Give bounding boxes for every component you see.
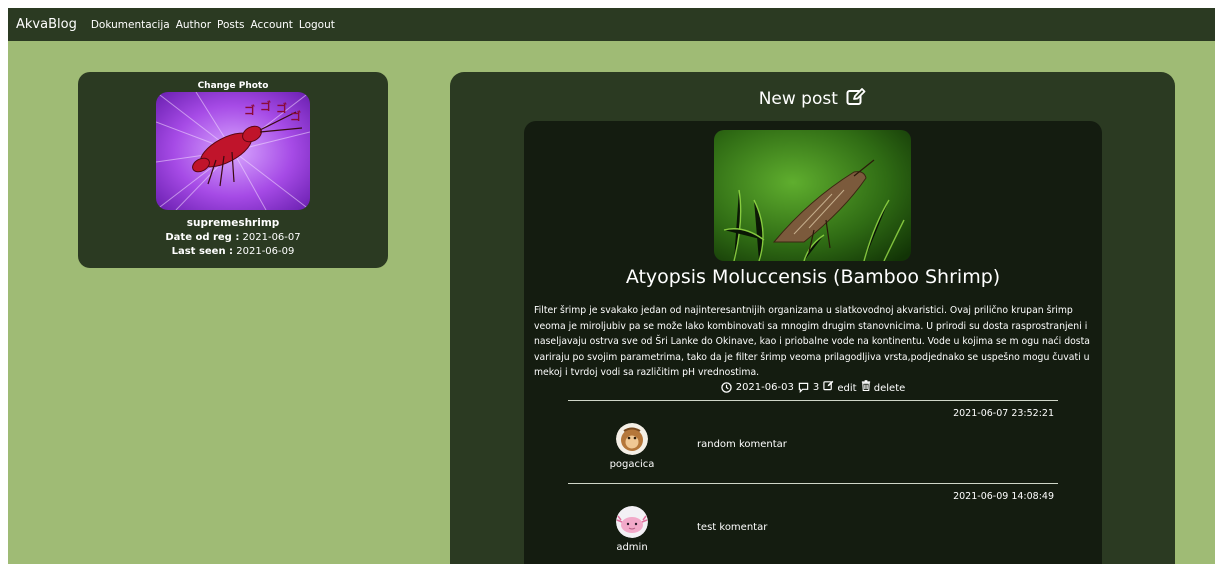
shrimp-avatar-image: ゴゴゴゴ — [156, 92, 310, 210]
delete-post-button[interactable]: delete — [861, 380, 906, 394]
nav-link-author[interactable]: Author — [176, 19, 211, 31]
nav-link-account[interactable]: Account — [251, 19, 293, 31]
comment-time: 2021-06-07 23:52:21 — [953, 408, 1054, 419]
brand-logo[interactable]: AkvaBlog — [16, 17, 77, 32]
edit-post-button[interactable]: edit — [823, 380, 857, 394]
comment-username[interactable]: pogacica — [602, 459, 662, 470]
comment-text: random komentar — [697, 439, 787, 450]
new-post-button[interactable]: New post — [450, 88, 1175, 109]
svg-text:ゴ: ゴ — [276, 101, 287, 115]
monkey-avatar-image — [616, 423, 648, 455]
date-reg-value: 2021-06-07 — [242, 232, 301, 243]
axolotl-avatar-image — [616, 506, 648, 538]
comment-text: test komentar — [697, 522, 768, 533]
svg-text:ゴ: ゴ — [290, 109, 301, 123]
last-seen-label: Last seen : — [171, 246, 234, 257]
edit-icon — [846, 88, 866, 105]
post-meta: 2021-06-03 3 edit delete — [524, 380, 1102, 394]
bamboo-shrimp-image — [714, 130, 911, 261]
comment-avatar — [616, 506, 648, 538]
delete-label: delete — [873, 383, 906, 394]
comment-time: 2021-06-09 14:08:49 — [953, 491, 1054, 502]
comment-username[interactable]: admin — [602, 542, 662, 553]
post-title: Atyopsis Moluccensis (Bamboo Shrimp) — [625, 266, 1001, 288]
comment-icon — [798, 382, 809, 393]
last-seen: Last seen : 2021-06-09 — [78, 246, 388, 257]
comment-divider — [568, 400, 1058, 401]
comment-avatar — [616, 423, 648, 455]
profile-card: Change Photo ゴ ゴ ゴ ゴ supremeshrimp Date … — [78, 72, 388, 268]
post-date: 2021-06-03 — [735, 381, 794, 393]
edit-icon — [823, 380, 834, 391]
page-frame: AkvaBlog Dokumentacija Author Posts Acco… — [8, 8, 1215, 564]
trash-icon — [861, 380, 870, 392]
post-card: Atyopsis Moluccensis (Bamboo Shrimp) Fil… — [524, 121, 1102, 564]
nav-link-posts[interactable]: Posts — [217, 19, 244, 31]
last-seen-value: 2021-06-09 — [236, 246, 295, 257]
nav-link-dokumentacija[interactable]: Dokumentacija — [91, 19, 170, 31]
change-photo-link[interactable]: Change Photo — [78, 80, 388, 92]
profile-avatar: ゴゴゴゴ — [156, 92, 310, 210]
clock-icon — [720, 381, 732, 393]
svg-text:ゴ: ゴ — [244, 103, 255, 117]
comment-count: 3 — [812, 381, 820, 393]
navbar: AkvaBlog Dokumentacija Author Posts Acco… — [8, 8, 1215, 41]
date-registered: Date od reg : 2021-06-07 — [78, 232, 388, 243]
nav-link-logout[interactable]: Logout — [299, 19, 335, 31]
date-reg-label: Date od reg : — [165, 232, 240, 243]
svg-text:ゴ: ゴ — [260, 99, 271, 113]
edit-label: edit — [837, 383, 857, 394]
comment-divider — [568, 483, 1058, 484]
posts-panel: New post Atyopsis Moluccensis (Bamboo Sh… — [450, 72, 1175, 564]
profile-username: supremeshrimp — [186, 217, 280, 229]
post-body: Filter šrimp je svakako jedan od najinte… — [534, 305, 1090, 378]
new-post-label: New post — [758, 89, 838, 109]
post-image — [714, 130, 911, 261]
